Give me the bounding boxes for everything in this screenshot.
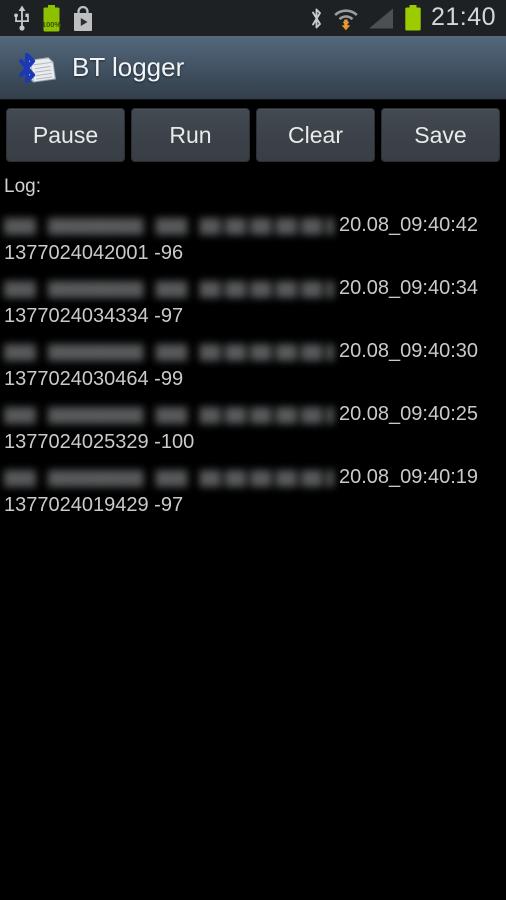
redacted-field-3: ███ [155,406,188,424]
log-entry-timestamp: 20.08_09:40:25 [338,403,478,425]
status-bar: 100% 21:40 [0,0,506,36]
redacted-field-1: ███ [4,217,36,235]
action-button-bar: Pause Run Clear Save [0,108,506,166]
app-root: 100% 21:40 BT logger Pause Run Clear Sav… [0,0,506,900]
log-entry-header: ███ █████████ ███ ██ ██ ██ ██ ██ ██ 20.0… [4,466,506,490]
log-entry-timestamp: 20.08_09:40:34 [338,277,478,299]
log-entry: ███ █████████ ███ ██ ██ ██ ██ ██ ██ 20.0… [0,340,506,391]
battery-charging-icon: 100% [42,4,61,31]
redacted-field-3: ███ [155,217,188,235]
battery-icon [405,5,421,31]
run-button[interactable]: Run [131,108,250,162]
log-entry-header: ███ █████████ ███ ██ ██ ██ ██ ██ ██ 20.0… [4,214,506,238]
log-entry-data: 1377024034334 -97 [4,305,184,327]
pause-button[interactable]: Pause [6,108,125,162]
log-entry-data: 1377024025329 -100 [4,431,195,453]
title-bar: BT logger [0,36,506,100]
status-bar-clock: 21:40 [430,2,496,31]
bluetooth-icon [311,8,321,28]
redacted-field-2: █████████ [47,406,144,424]
redacted-field-3: ███ [155,343,188,361]
redacted-device-info: ███ █████████ ███ ██ ██ ██ ██ ██ ██ [4,407,334,424]
log-entry-timestamp: 20.08_09:40:42 [338,214,478,236]
status-bar-right-icons: 21:40 [309,2,506,32]
redacted-field-2: █████████ [47,343,144,361]
redacted-field-3: ███ [155,469,188,487]
redacted-device-info: ███ █████████ ███ ██ ██ ██ ██ ██ ██ [4,218,334,235]
redacted-field-1: ███ [4,343,36,361]
redacted-device-info: ███ █████████ ███ ██ ██ ██ ██ ██ ██ [4,344,334,361]
status-bar-left-icons: 100% [0,4,95,32]
log-entry: ███ █████████ ███ ██ ██ ██ ██ ██ ██ 20.0… [0,403,506,454]
log-label: Log: [4,176,41,197]
redacted-field-4: ██ ██ ██ ██ ██ ██ [199,280,334,298]
redacted-field-1: ███ [4,280,36,298]
redacted-field-1: ███ [4,469,36,487]
redacted-device-info: ███ █████████ ███ ██ ██ ██ ██ ██ ██ [4,470,334,487]
log-entry-header: ███ █████████ ███ ██ ██ ██ ██ ██ ██ 20.0… [4,340,506,364]
log-scroll-area[interactable]: Log: ███ █████████ ███ ██ ██ ██ ██ ██ ██… [0,174,506,900]
wifi-download-icon [334,8,358,30]
svg-text:100%: 100% [42,20,61,29]
log-entry-data: 1377024042001 -96 [4,242,184,264]
redacted-field-2: █████████ [47,217,144,235]
redacted-field-4: ██ ██ ██ ██ ██ ██ [199,469,334,487]
bt-logger-app-icon [14,48,58,88]
page-title: BT logger [72,52,185,82]
redacted-field-4: ██ ██ ██ ██ ██ ██ [199,343,334,361]
redacted-field-2: █████████ [47,280,144,298]
clear-button[interactable]: Clear [256,108,375,162]
log-entry-data: 1377024030464 -99 [4,368,184,390]
redacted-field-2: █████████ [47,469,144,487]
redacted-field-4: ██ ██ ██ ██ ██ ██ [199,406,334,424]
redacted-field-4: ██ ██ ██ ██ ██ ██ [199,217,334,235]
log-entry-header: ███ █████████ ███ ██ ██ ██ ██ ██ ██ 20.0… [4,277,506,301]
redacted-field-1: ███ [4,406,36,424]
log-entry: ███ █████████ ███ ██ ██ ██ ██ ██ ██ 20.0… [0,214,506,265]
log-entry: ███ █████████ ███ ██ ██ ██ ██ ██ ██ 20.0… [0,277,506,328]
redacted-device-info: ███ █████████ ███ ██ ██ ██ ██ ██ ██ [4,281,334,298]
log-entry-timestamp: 20.08_09:40:30 [338,340,478,362]
redacted-field-3: ███ [155,280,188,298]
log-entry: ███ █████████ ███ ██ ██ ██ ██ ██ ██ 20.0… [0,466,506,517]
log-entry-data: 1377024019429 -97 [4,494,184,516]
usb-icon [14,5,29,31]
save-button[interactable]: Save [381,108,500,162]
log-entry-timestamp: 20.08_09:40:19 [338,466,478,488]
log-entry-header: ███ █████████ ███ ██ ██ ██ ██ ██ ██ 20.0… [4,403,506,427]
play-store-icon [74,5,92,31]
cellular-signal-icon [368,8,393,28]
